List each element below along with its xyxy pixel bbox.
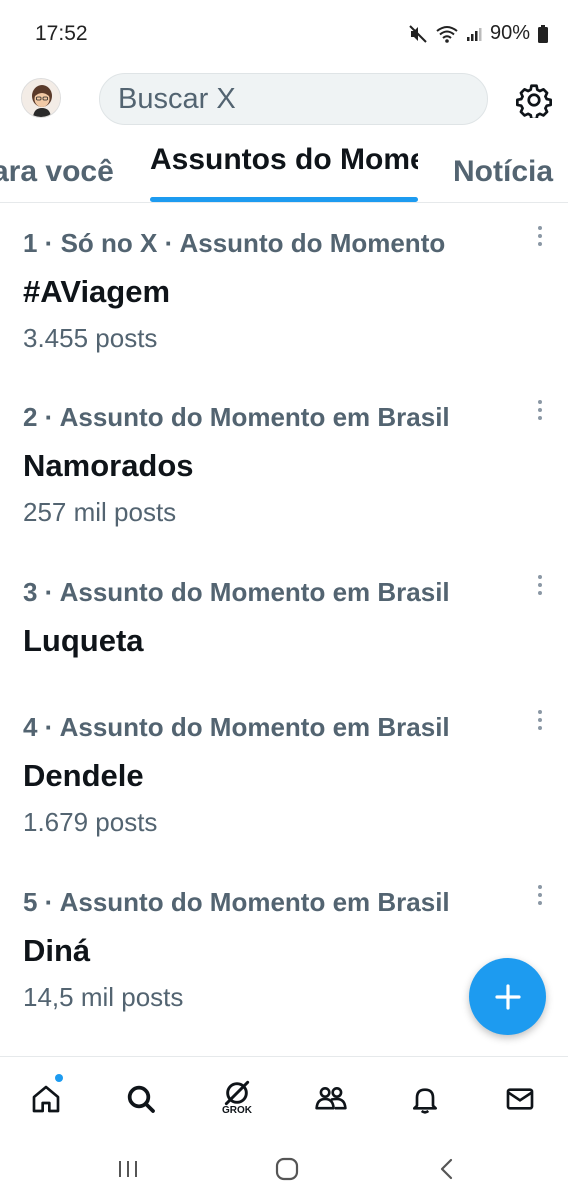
active-tab-indicator (150, 197, 418, 202)
more-options-icon[interactable] (529, 881, 551, 909)
compose-button[interactable] (469, 958, 546, 1035)
status-bar: 17:52 90% (0, 0, 568, 70)
trend-name: Diná (23, 933, 91, 968)
trend-post-count: 3.455 posts (23, 323, 158, 353)
home-notification-dot (55, 1074, 63, 1082)
recent-apps-icon[interactable] (113, 1154, 143, 1184)
trend-post-count: 257 mil posts (23, 497, 177, 527)
trend-name: Luqueta (23, 623, 144, 658)
back-icon[interactable] (432, 1154, 462, 1184)
system-nav-bar (0, 1134, 568, 1200)
tab-assuntos-do-momento[interactable]: Assuntos do Momento (150, 145, 418, 197)
tab-para-voce[interactable]: ara você (0, 155, 114, 189)
tab-bar: ara você Assuntos do Momento Notícia (0, 135, 568, 203)
trend-post-count: 14,5 mil posts (23, 982, 184, 1012)
trend-meta: 2 · Assunto do Momento em Brasil (23, 402, 450, 432)
trend-meta: 3 · Assunto do Momento em Brasil (23, 577, 450, 607)
avatar-image (22, 79, 60, 117)
top-header (0, 70, 568, 130)
status-icons: 90% (408, 22, 548, 45)
grok-label: GROK (222, 1105, 252, 1116)
trend-meta: 4 · Assunto do Momento em Brasil (23, 712, 450, 742)
more-options-icon[interactable] (529, 222, 551, 250)
trend-name: Namorados (23, 448, 194, 483)
signal-icon (466, 26, 482, 42)
battery-text: 90% (489, 22, 530, 44)
search-icon[interactable] (119, 1077, 163, 1121)
home-button-icon[interactable] (272, 1154, 302, 1184)
trend-name: #AViagem (23, 274, 171, 309)
search-input[interactable] (100, 74, 487, 124)
tab-noticias[interactable]: Notícia (453, 155, 553, 189)
wifi-icon (436, 25, 458, 43)
more-options-icon[interactable] (529, 571, 551, 599)
trend-meta: 1 · Só no X · Assunto do Momento (23, 228, 446, 258)
settings-gear-icon[interactable] (516, 82, 552, 121)
mute-icon (408, 24, 428, 44)
more-options-icon[interactable] (529, 706, 551, 734)
notifications-icon[interactable] (403, 1077, 447, 1121)
messages-icon[interactable] (498, 1077, 542, 1121)
status-time: 17:52 (35, 22, 88, 45)
plus-icon (494, 983, 521, 1010)
bottom-nav: GROK (0, 1056, 568, 1134)
trend-post-count: 1.679 posts (23, 807, 158, 837)
trend-meta: 5 · Assunto do Momento em Brasil (23, 887, 450, 917)
home-icon[interactable] (24, 1077, 68, 1121)
avatar[interactable] (21, 78, 61, 118)
search-bar[interactable] (99, 73, 488, 125)
trend-name: Dendele (23, 758, 144, 793)
battery-icon (538, 24, 548, 43)
more-options-icon[interactable] (529, 396, 551, 424)
communities-icon[interactable] (309, 1077, 353, 1121)
